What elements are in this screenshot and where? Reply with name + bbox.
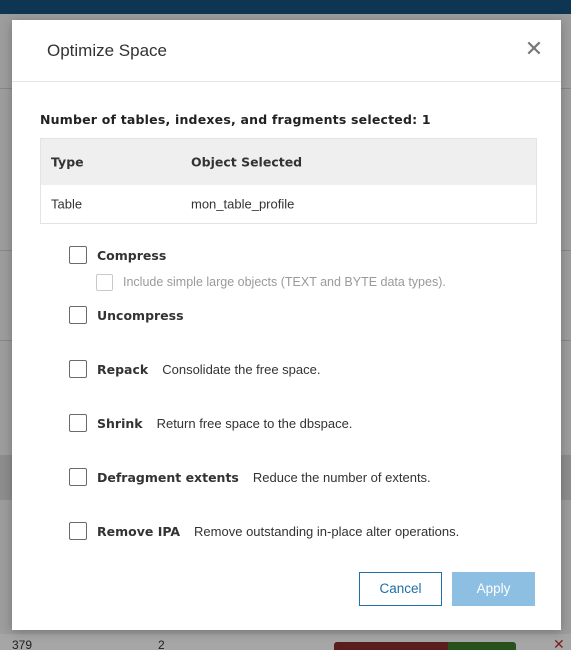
column-header-type: Type — [51, 154, 84, 170]
remove-ipa-description: Remove outstanding in-place alter operat… — [194, 523, 460, 539]
cancel-button[interactable]: Cancel — [359, 572, 442, 606]
defragment-checkbox[interactable] — [69, 468, 87, 486]
include-large-objects-label: Include simple large objects (TEXT and B… — [123, 275, 446, 289]
column-header-object: Object Selected — [191, 154, 303, 170]
close-icon[interactable]: ✕ — [522, 37, 546, 61]
option-compress: Compress — [69, 245, 166, 265]
remove-ipa-checkbox[interactable] — [69, 522, 87, 540]
cell-type: Table — [51, 196, 83, 212]
cell-object: mon_table_profile — [191, 196, 295, 212]
dialog-title: Optimize Space — [47, 41, 167, 60]
repack-label: Repack — [97, 361, 149, 377]
option-remove-ipa: Remove IPA Remove outstanding in-place a… — [69, 521, 459, 541]
repack-checkbox[interactable] — [69, 360, 87, 378]
shrink-description: Return free space to the dbspace. — [156, 415, 353, 431]
include-large-objects-checkbox[interactable] — [96, 273, 113, 291]
defragment-label: Defragment extents — [97, 469, 239, 485]
remove-ipa-label: Remove IPA — [97, 523, 181, 539]
uncompress-label: Uncompress — [97, 307, 184, 323]
uncompress-checkbox[interactable] — [69, 306, 87, 324]
option-include-large-objects: Include simple large objects (TEXT and B… — [96, 273, 446, 291]
selection-summary: Number of tables, indexes, and fragments… — [40, 112, 431, 127]
option-repack: Repack Consolidate the free space. — [69, 359, 321, 379]
option-shrink: Shrink Return free space to the dbspace. — [69, 413, 352, 433]
defragment-description: Reduce the number of extents. — [252, 469, 431, 485]
table-header-row: Type Object Selected — [41, 139, 536, 185]
optimize-space-dialog: Optimize Space ✕ Number of tables, index… — [12, 20, 561, 630]
compress-checkbox[interactable] — [69, 246, 87, 264]
app-header-bar — [0, 0, 571, 14]
compress-label: Compress — [97, 247, 167, 263]
table-row: Table mon_table_profile — [41, 185, 536, 223]
repack-description: Consolidate the free space. — [162, 361, 321, 377]
shrink-checkbox[interactable] — [69, 414, 87, 432]
option-uncompress: Uncompress — [69, 305, 184, 325]
shrink-label: Shrink — [97, 415, 143, 431]
option-defragment: Defragment extents Reduce the number of … — [69, 467, 431, 487]
selected-objects-table: Type Object Selected Table mon_table_pro… — [40, 138, 537, 224]
dialog-header: Optimize Space ✕ — [12, 20, 561, 82]
apply-button[interactable]: Apply — [452, 572, 535, 606]
